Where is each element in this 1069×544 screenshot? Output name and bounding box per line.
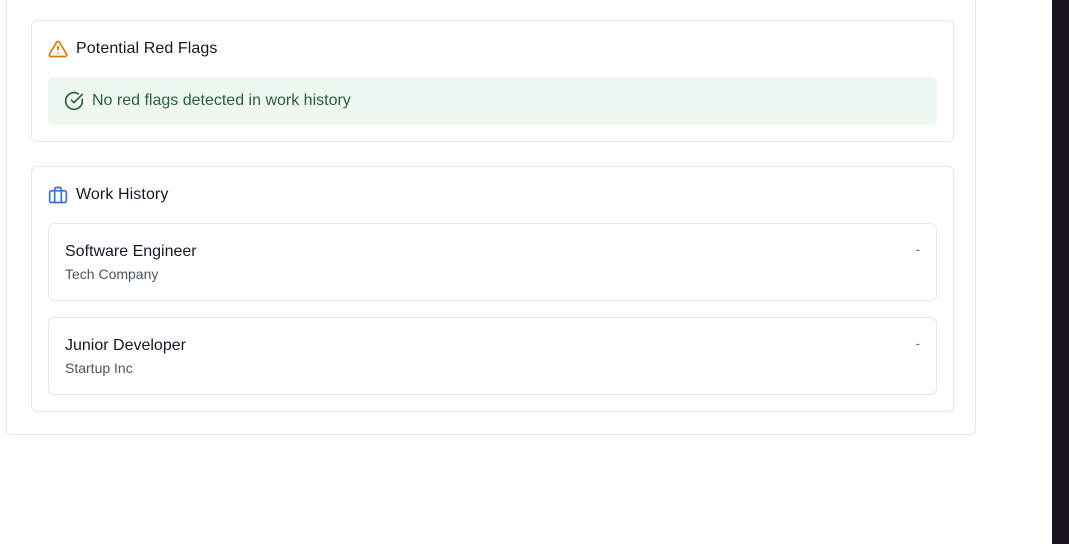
job-company: Tech Company xyxy=(65,266,159,282)
work-history-card: Work History Software Engineer Tech Comp… xyxy=(31,166,954,412)
job-dates: - xyxy=(915,335,920,351)
job-company: Startup Inc xyxy=(65,360,133,376)
job-title: Junior Developer xyxy=(65,337,186,354)
page: Potential Red Flags No red flags detecte… xyxy=(0,0,1069,544)
red-flags-card: Potential Red Flags No red flags detecte… xyxy=(31,20,954,142)
no-red-flags-banner: No red flags detected in work history xyxy=(48,77,937,125)
warning-triangle-icon xyxy=(48,39,68,59)
work-history-title: Work History xyxy=(76,186,169,203)
job-dates: - xyxy=(915,241,920,257)
check-circle-icon xyxy=(64,91,84,111)
job-item[interactable]: Software Engineer Tech Company - xyxy=(48,223,937,301)
briefcase-icon xyxy=(48,185,68,205)
red-flags-header: Potential Red Flags xyxy=(48,38,218,60)
red-flags-status-text: No red flags detected in work history xyxy=(92,92,351,109)
job-title: Software Engineer xyxy=(65,243,197,260)
job-item[interactable]: Junior Developer Startup Inc - xyxy=(48,317,937,395)
red-flags-title: Potential Red Flags xyxy=(76,40,218,57)
window-edge xyxy=(1052,0,1069,544)
work-history-header: Work History xyxy=(48,184,168,206)
